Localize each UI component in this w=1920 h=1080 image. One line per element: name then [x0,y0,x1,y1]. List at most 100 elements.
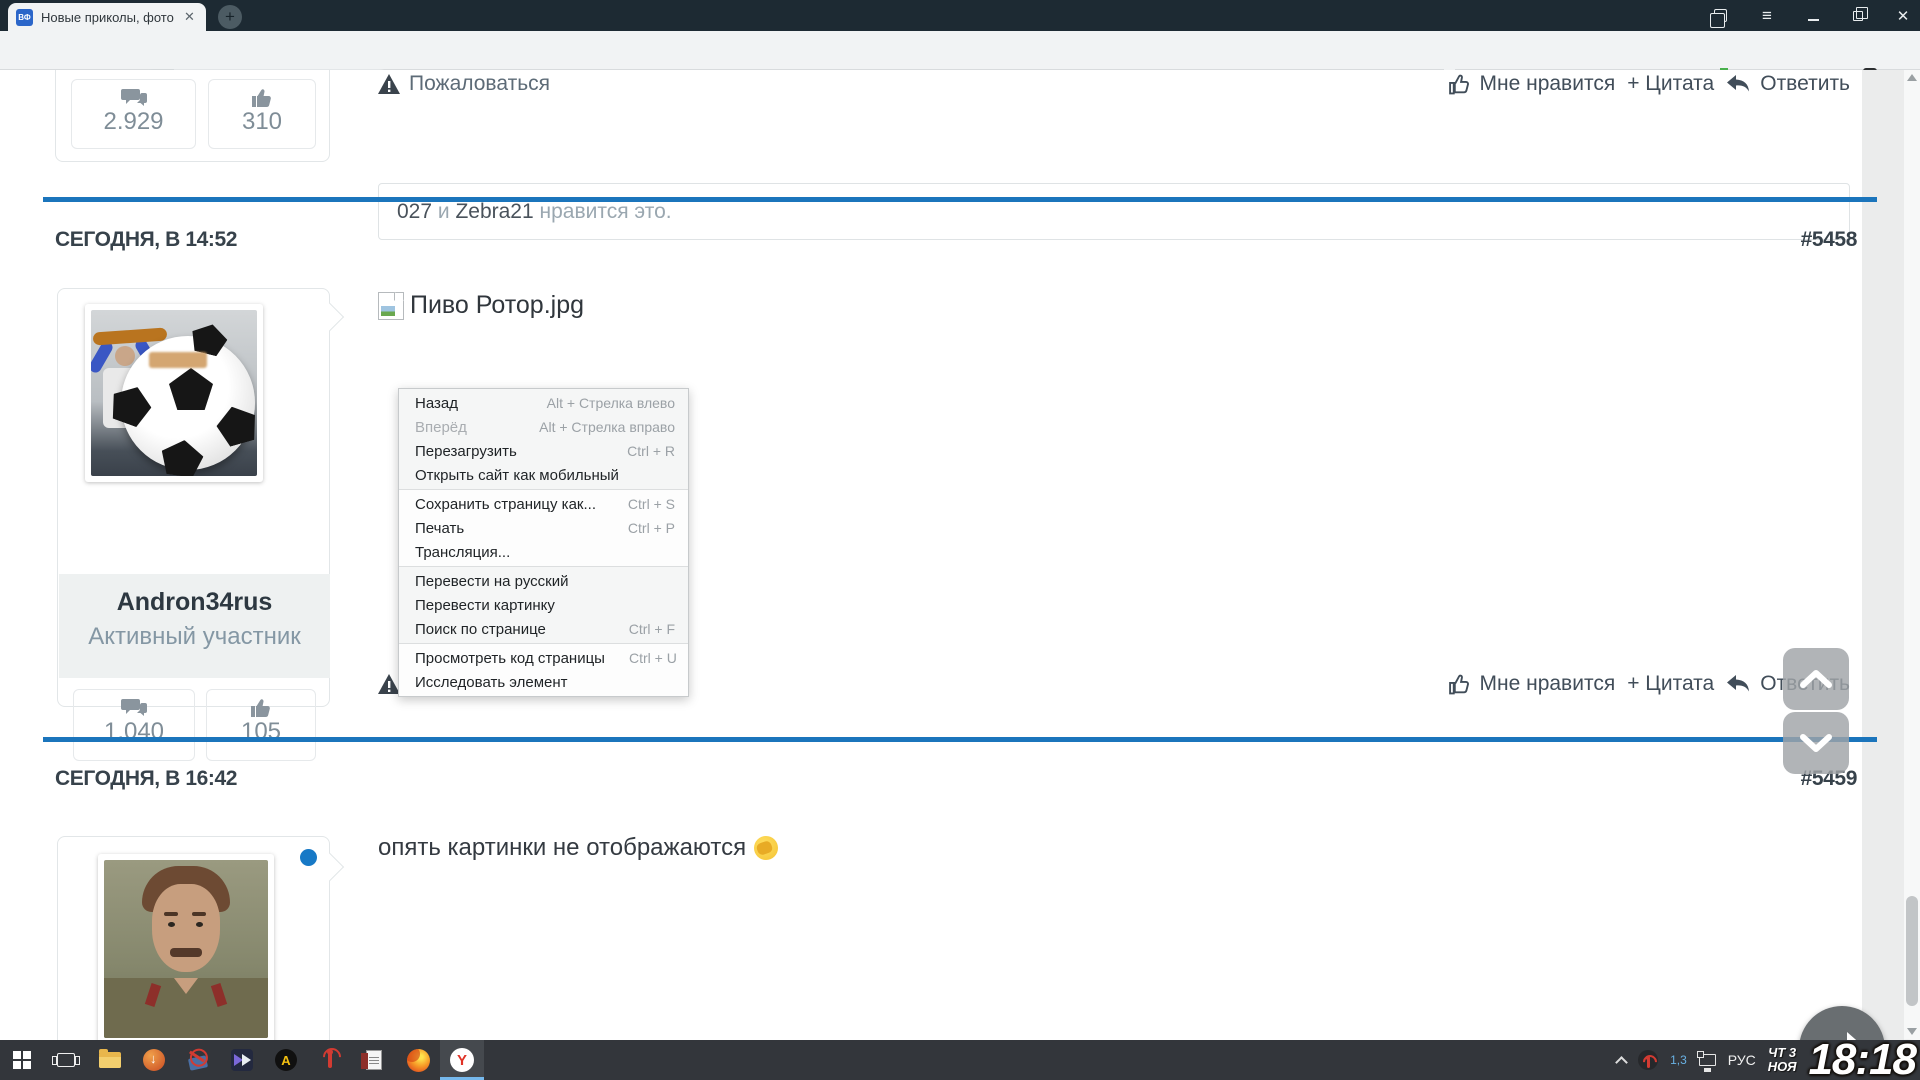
tray-date[interactable]: ЧТ 3НОЯ [1768,1046,1797,1074]
tray-date-day: ЧТ 3 [1768,1045,1796,1060]
avatar-art [115,346,135,366]
scrollbar-up-arrow[interactable] [1907,74,1917,81]
net-speed-indicator: 1,3 [1670,1053,1687,1067]
post-5458-number[interactable]: #5458 [1657,228,1857,252]
taskbar: A Y 1,3 РУС ЧТ 3НОЯ 18:18 [0,1040,1920,1080]
task-view-button[interactable] [44,1040,88,1080]
menu-item-translate-image[interactable]: Перевести картинку [399,593,688,617]
window-close-button[interactable]: ✕ [1886,0,1920,31]
like-button[interactable]: Мне нравится [1448,72,1616,96]
comments-icon [74,698,194,718]
user-name-band: Andron34rus Активный участник [59,574,330,678]
browser-tab[interactable]: ВФ Новые приколы, фото ✕ [8,3,206,31]
menu-item-print[interactable]: ПечатьCtrl + P [399,516,688,540]
prev-report-link[interactable]: Пожаловаться [378,72,550,96]
side-panel-icon[interactable] [1703,0,1737,31]
file-explorer-button[interactable] [88,1040,132,1080]
aimp-icon: A [275,1049,297,1071]
liked-by-box: 027 и Zebra21 нравится это. [378,183,1850,240]
radio-app-button[interactable] [308,1040,352,1080]
scroll-to-top-button[interactable] [1783,648,1849,710]
avatar-art [170,948,202,957]
reply-arrow-icon [1726,74,1751,95]
post-5459-text: опять картинки не отображаются [378,834,778,862]
quote-button[interactable]: + Цитата [1627,72,1714,96]
prev-likes-stat: 310 [208,79,316,149]
menu-shortcut: Ctrl + R [603,443,675,459]
download-manager-button[interactable] [132,1040,176,1080]
yandex-browser-button[interactable]: Y [440,1040,484,1080]
firefox-button[interactable] [396,1040,440,1080]
blocked-device-app-button[interactable] [176,1040,220,1080]
menu-label: Поиск по странице [415,621,546,638]
media-player-icon [231,1049,253,1071]
prev-messages-count: 2.929 [72,108,195,136]
reply-button[interactable]: Ответить [1726,72,1850,96]
language-indicator[interactable]: РУС [1728,1052,1756,1068]
tab-close-icon[interactable]: ✕ [184,9,195,25]
notepad-button[interactable] [352,1040,396,1080]
username[interactable]: Andron34rus [59,588,330,617]
restore-glyph [1853,11,1863,21]
card-pointer-tail [316,853,344,881]
menu-item-reload[interactable]: Перезагрузить Ctrl + R [399,439,688,463]
task-view-icon [57,1053,75,1067]
notepad-icon [366,1050,382,1070]
network-monitor-icon[interactable] [1699,1054,1716,1066]
menu-item-translate-page[interactable]: Перевести на русский [399,569,688,593]
browser-menu-icon[interactable]: ≡ [1750,0,1784,31]
menu-item-open-as-mobile[interactable]: Открыть сайт как мобильный [399,463,688,487]
reply-arrow-icon [1726,674,1751,695]
facepalm-emoji [754,836,778,860]
blocked-device-icon [188,1055,208,1070]
prev-messages-stat: 2.929 [71,79,196,149]
messages-stat: 1.040 [73,689,195,761]
tab-title: Новые приколы, фото [41,10,176,25]
menu-shortcut: Alt + Стрелка влево [523,395,675,411]
avatar-art [196,922,203,927]
context-menu-group: Просмотреть код страницыCtrl + U Исследо… [399,644,688,696]
tray-expand-icon[interactable] [1615,1056,1628,1069]
thumb-up-icon [1448,74,1471,95]
liked-by-user[interactable]: 027 [397,200,432,224]
menu-item-find-in-page[interactable]: Поиск по страницеCtrl + F [399,617,688,641]
menu-item-inspect-element[interactable]: Исследовать элемент [399,670,688,694]
image-alt-text[interactable]: Пиво Ротор.jpg [410,291,584,320]
quote-label: + Цитата [1627,72,1714,96]
firefox-icon [407,1049,430,1072]
menu-item-save-page-as[interactable]: Сохранить страницу как...Ctrl + S [399,492,688,516]
post-5459-date: СЕГОДНЯ, В 16:42 [55,767,237,791]
system-tray: 1,3 РУС ЧТ 3НОЯ 18:18 [1617,1040,1916,1080]
user-avatar[interactable] [104,860,268,1038]
liked-by-user[interactable]: Zebra21 [455,200,533,224]
scrollbar-down-arrow[interactable] [1907,1028,1917,1035]
menu-label: Исследовать элемент [415,674,568,691]
tray-clock[interactable]: 18:18 [1808,1040,1916,1080]
thumb-up-icon [209,88,315,108]
aimp-button[interactable]: A [264,1040,308,1080]
menu-item-cast[interactable]: Трансляция... [399,540,688,564]
start-button[interactable] [0,1040,44,1080]
scrollbar-thumb[interactable] [1906,896,1918,1006]
scrollbar-track[interactable] [1904,70,1920,1040]
context-menu-group: НазадAlt + Стрелка влево ВперёдAlt + Стр… [399,389,688,489]
panels-glyph [1714,9,1727,22]
window-restore-button[interactable] [1841,0,1875,31]
minimize-glyph [1808,19,1819,21]
tray-radio-icon[interactable] [1638,1050,1658,1070]
menu-label: Перезагрузить [415,443,517,460]
window-minimize-button[interactable] [1796,0,1830,31]
like-button[interactable]: Мне нравится [1448,672,1616,696]
quote-button[interactable]: + Цитата [1627,672,1714,696]
menu-item-back[interactable]: НазадAlt + Стрелка влево [399,391,688,415]
user-avatar[interactable] [91,310,257,476]
menu-label: Перевести на русский [415,573,569,590]
context-menu-group: Перевести на русский Перевести картинку … [399,567,688,643]
scroll-to-bottom-button[interactable] [1783,712,1849,774]
media-player-button[interactable] [220,1040,264,1080]
post-5458-actions: Мне нравится + Цитата Ответить [1360,672,1850,696]
tray-date-month: НОЯ [1768,1059,1797,1074]
prev-post-actions: Мне нравится + Цитата Ответить [1360,72,1850,96]
menu-item-view-source[interactable]: Просмотреть код страницыCtrl + U [399,646,688,670]
new-tab-button[interactable]: + [218,5,242,29]
